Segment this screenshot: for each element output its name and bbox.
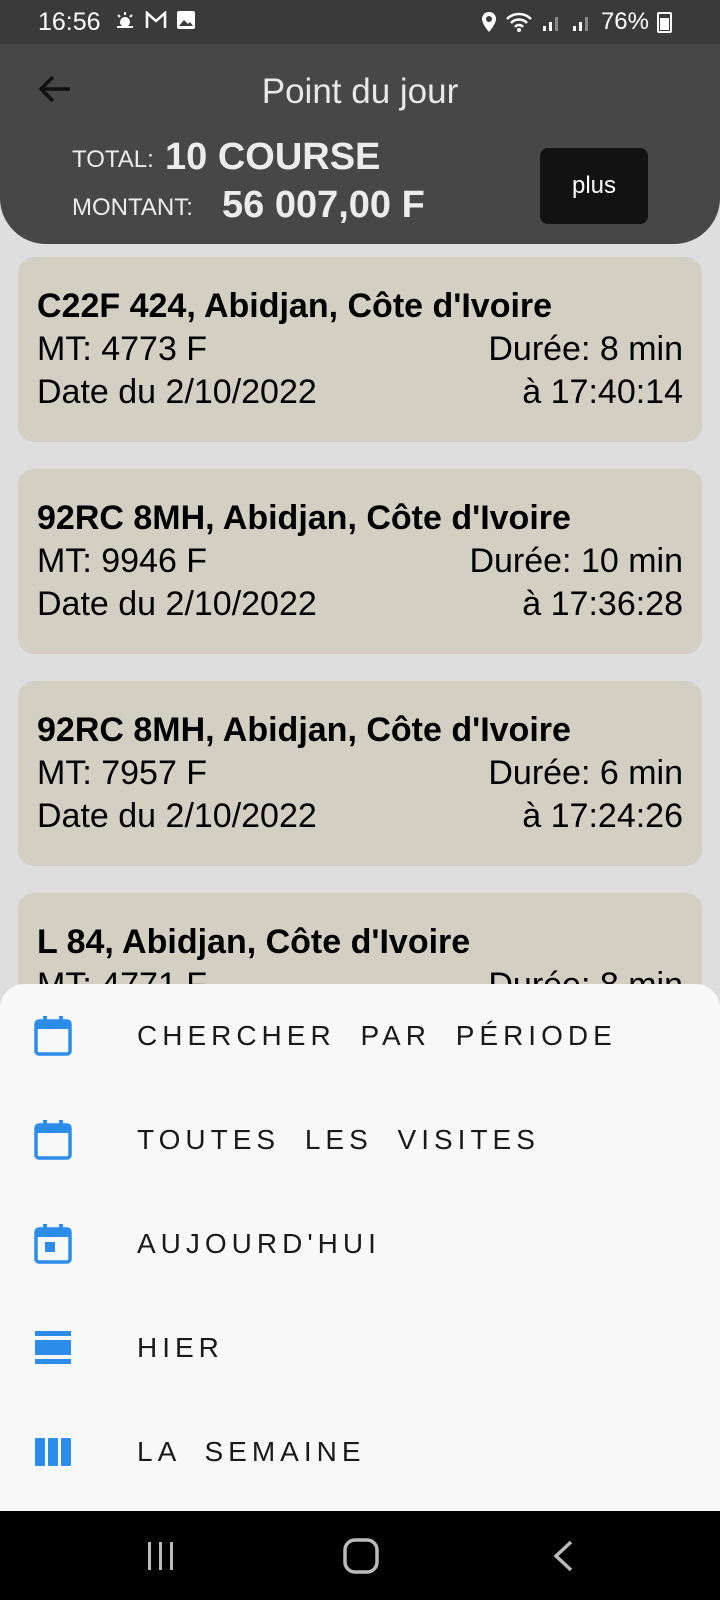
montant-label: MONTANT: bbox=[72, 194, 193, 221]
menu-item-today[interactable]: AUJOURD'HUI bbox=[0, 1192, 720, 1296]
header: Point du jour TOTAL: 10 COURSE MONTANT: … bbox=[0, 44, 720, 244]
ride-time: à 17:36:28 bbox=[522, 585, 683, 623]
ride-duration: Durée: 6 min bbox=[488, 754, 683, 792]
ride-date: Date du 2/10/2022 bbox=[37, 797, 317, 835]
filter-bottom-sheet: CHERCHER PAR PÉRIODE TOUTES LES VISITES … bbox=[0, 984, 720, 1511]
navigation-bar bbox=[0, 1511, 720, 1600]
ride-address: C22F 424, Abidjan, Côte d'Ivoire bbox=[37, 287, 553, 325]
ride-amount: MT: 7957 F bbox=[37, 754, 208, 792]
montant-value: 56 007,00 F bbox=[222, 184, 425, 226]
home-button[interactable] bbox=[338, 1533, 384, 1579]
calendar-icon bbox=[34, 1016, 72, 1056]
ride-address: 92RC 8MH, Abidjan, Côte d'Ivoire bbox=[37, 711, 571, 749]
menu-item-search-period[interactable]: CHERCHER PAR PÉRIODE bbox=[0, 984, 720, 1088]
battery-level: 76% bbox=[600, 8, 649, 35]
total-value: 10 COURSE bbox=[165, 136, 381, 178]
ride-card[interactable]: C22F 424, Abidjan, Côte d'Ivoire MT: 477… bbox=[18, 257, 702, 442]
calendar-icon bbox=[34, 1120, 72, 1160]
ride-amount: MT: 9946 F bbox=[37, 542, 208, 580]
menu-item-label: TOUTES LES VISITES bbox=[137, 1124, 540, 1155]
back-nav-button[interactable] bbox=[540, 1533, 586, 1579]
ride-time: à 17:40:14 bbox=[522, 373, 683, 411]
signal-icon-2 bbox=[572, 17, 588, 31]
menu-item-label: HIER bbox=[137, 1332, 224, 1363]
battery-icon bbox=[657, 11, 672, 33]
location-icon bbox=[481, 12, 496, 32]
calendar-today-icon bbox=[34, 1224, 72, 1264]
notification-icons bbox=[114, 10, 196, 30]
chevron-back-icon bbox=[553, 1540, 573, 1572]
plus-button[interactable]: plus bbox=[540, 148, 648, 224]
gallery-icon bbox=[177, 11, 195, 29]
signal-icon bbox=[542, 17, 558, 31]
ride-duration: Durée: 10 min bbox=[469, 542, 683, 580]
ride-address: 92RC 8MH, Abidjan, Côte d'Ivoire bbox=[37, 499, 571, 537]
ride-duration: Durée: 8 min bbox=[488, 330, 683, 368]
ride-card[interactable]: 92RC 8MH, Abidjan, Côte d'Ivoire MT: 795… bbox=[18, 681, 702, 866]
wifi-icon bbox=[506, 12, 532, 32]
menu-item-label: CHERCHER PAR PÉRIODE bbox=[137, 1020, 617, 1051]
menu-item-all-visits[interactable]: TOUTES LES VISITES bbox=[0, 1088, 720, 1192]
home-icon bbox=[343, 1538, 379, 1574]
view-day-icon bbox=[35, 1331, 71, 1364]
menu-item-label: LA SEMAINE bbox=[137, 1436, 366, 1467]
ride-card[interactable]: 92RC 8MH, Abidjan, Côte d'Ivoire MT: 994… bbox=[18, 469, 702, 654]
ride-time: à 17:24:26 bbox=[522, 797, 683, 835]
recent-apps-icon bbox=[148, 1542, 173, 1570]
ride-amount: MT: 4773 F bbox=[37, 330, 208, 368]
total-label: TOTAL: bbox=[72, 146, 154, 173]
menu-item-yesterday[interactable]: HIER bbox=[0, 1296, 720, 1400]
status-bar: 16:56 76% bbox=[0, 0, 720, 44]
menu-item-week[interactable]: LA SEMAINE bbox=[0, 1400, 720, 1504]
status-time: 16:56 bbox=[38, 8, 101, 36]
weather-icon bbox=[117, 12, 133, 28]
recent-apps-button[interactable] bbox=[138, 1533, 184, 1579]
ride-date: Date du 2/10/2022 bbox=[37, 373, 317, 411]
system-icons: 76% bbox=[481, 8, 672, 36]
page-title: Point du jour bbox=[261, 72, 459, 111]
menu-item-label: AUJOURD'HUI bbox=[137, 1228, 381, 1259]
ride-date: Date du 2/10/2022 bbox=[37, 585, 317, 623]
ride-address: L 84, Abidjan, Côte d'Ivoire bbox=[37, 923, 471, 961]
view-week-icon bbox=[35, 1438, 71, 1466]
gmail-icon bbox=[145, 11, 167, 28]
